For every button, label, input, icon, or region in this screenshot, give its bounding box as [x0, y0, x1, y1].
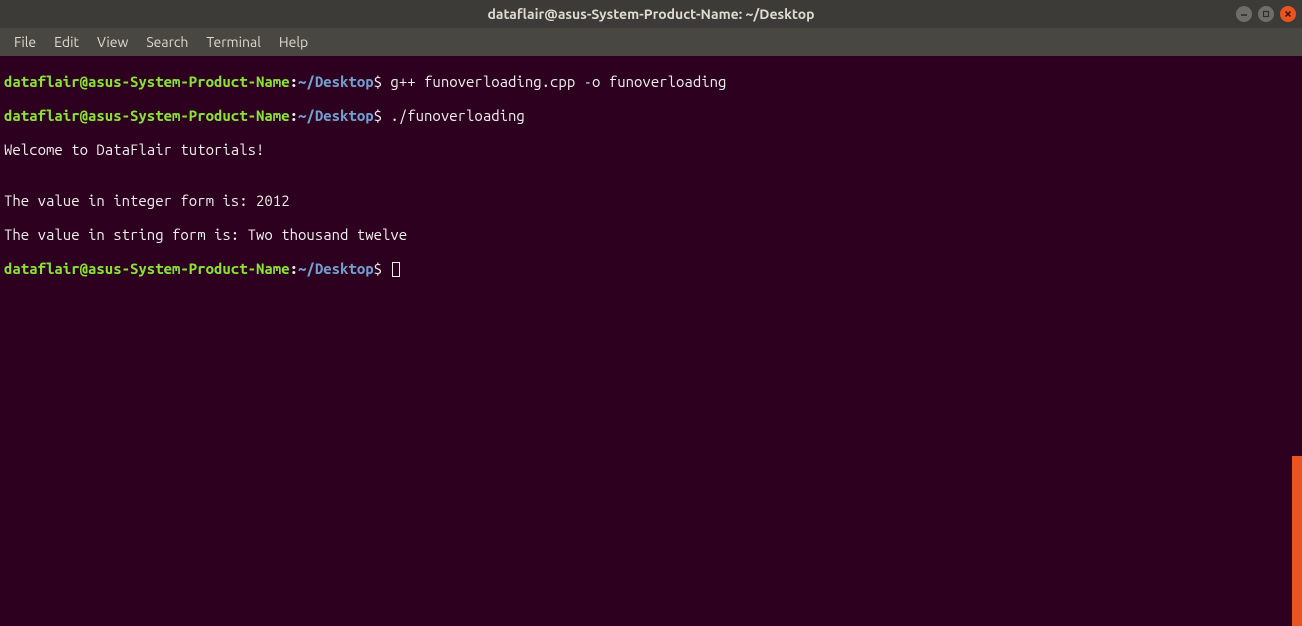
menu-file[interactable]: File — [6, 30, 44, 54]
prompt-colon: : — [290, 260, 298, 277]
window-controls — [1236, 6, 1296, 22]
command-text — [382, 260, 390, 277]
output-line: Welcome to DataFlair tutorials! — [4, 141, 1298, 158]
terminal-area[interactable]: dataflair@asus-System-Product-Name:~/Des… — [0, 56, 1302, 626]
window-title: dataflair@asus-System-Product-Name: ~/De… — [487, 6, 814, 22]
prompt-colon: : — [290, 107, 298, 124]
prompt-path: /Desktop — [306, 107, 373, 124]
terminal-line: dataflair@asus-System-Product-Name:~/Des… — [4, 73, 1298, 90]
prompt-user-host: dataflair@asus-System-Product-Name — [4, 73, 290, 90]
terminal-line: dataflair@asus-System-Product-Name:~/Des… — [4, 260, 1298, 277]
maximize-icon[interactable] — [1258, 6, 1274, 22]
command-text: g++ funoverloading.cpp -o funoverloading — [382, 73, 726, 90]
terminal-line: dataflair@asus-System-Product-Name:~/Des… — [4, 107, 1298, 124]
prompt-colon: : — [290, 73, 298, 90]
cursor-icon — [392, 262, 400, 277]
menubar: File Edit View Search Terminal Help — [0, 28, 1302, 56]
prompt-dollar: $ — [374, 260, 382, 277]
output-line: The value in string form is: Two thousan… — [4, 226, 1298, 243]
output-line: The value in integer form is: 2012 — [4, 192, 1298, 209]
prompt-dollar: $ — [374, 107, 382, 124]
prompt-user-host: dataflair@asus-System-Product-Name — [4, 260, 290, 277]
minimize-icon[interactable] — [1236, 6, 1252, 22]
prompt-user-host: dataflair@asus-System-Product-Name — [4, 107, 290, 124]
command-text: ./funoverloading — [382, 107, 525, 124]
prompt-path: /Desktop — [306, 73, 373, 90]
menu-help[interactable]: Help — [271, 30, 316, 54]
prompt-dollar: $ — [374, 73, 382, 90]
menu-view[interactable]: View — [89, 30, 136, 54]
menu-search[interactable]: Search — [138, 30, 196, 54]
window-titlebar: dataflair@asus-System-Product-Name: ~/De… — [0, 0, 1302, 28]
prompt-path: /Desktop — [306, 260, 373, 277]
menu-edit[interactable]: Edit — [46, 30, 87, 54]
close-icon[interactable] — [1280, 6, 1296, 22]
scrollbar-thumb[interactable] — [1292, 456, 1302, 626]
menu-terminal[interactable]: Terminal — [198, 30, 269, 54]
